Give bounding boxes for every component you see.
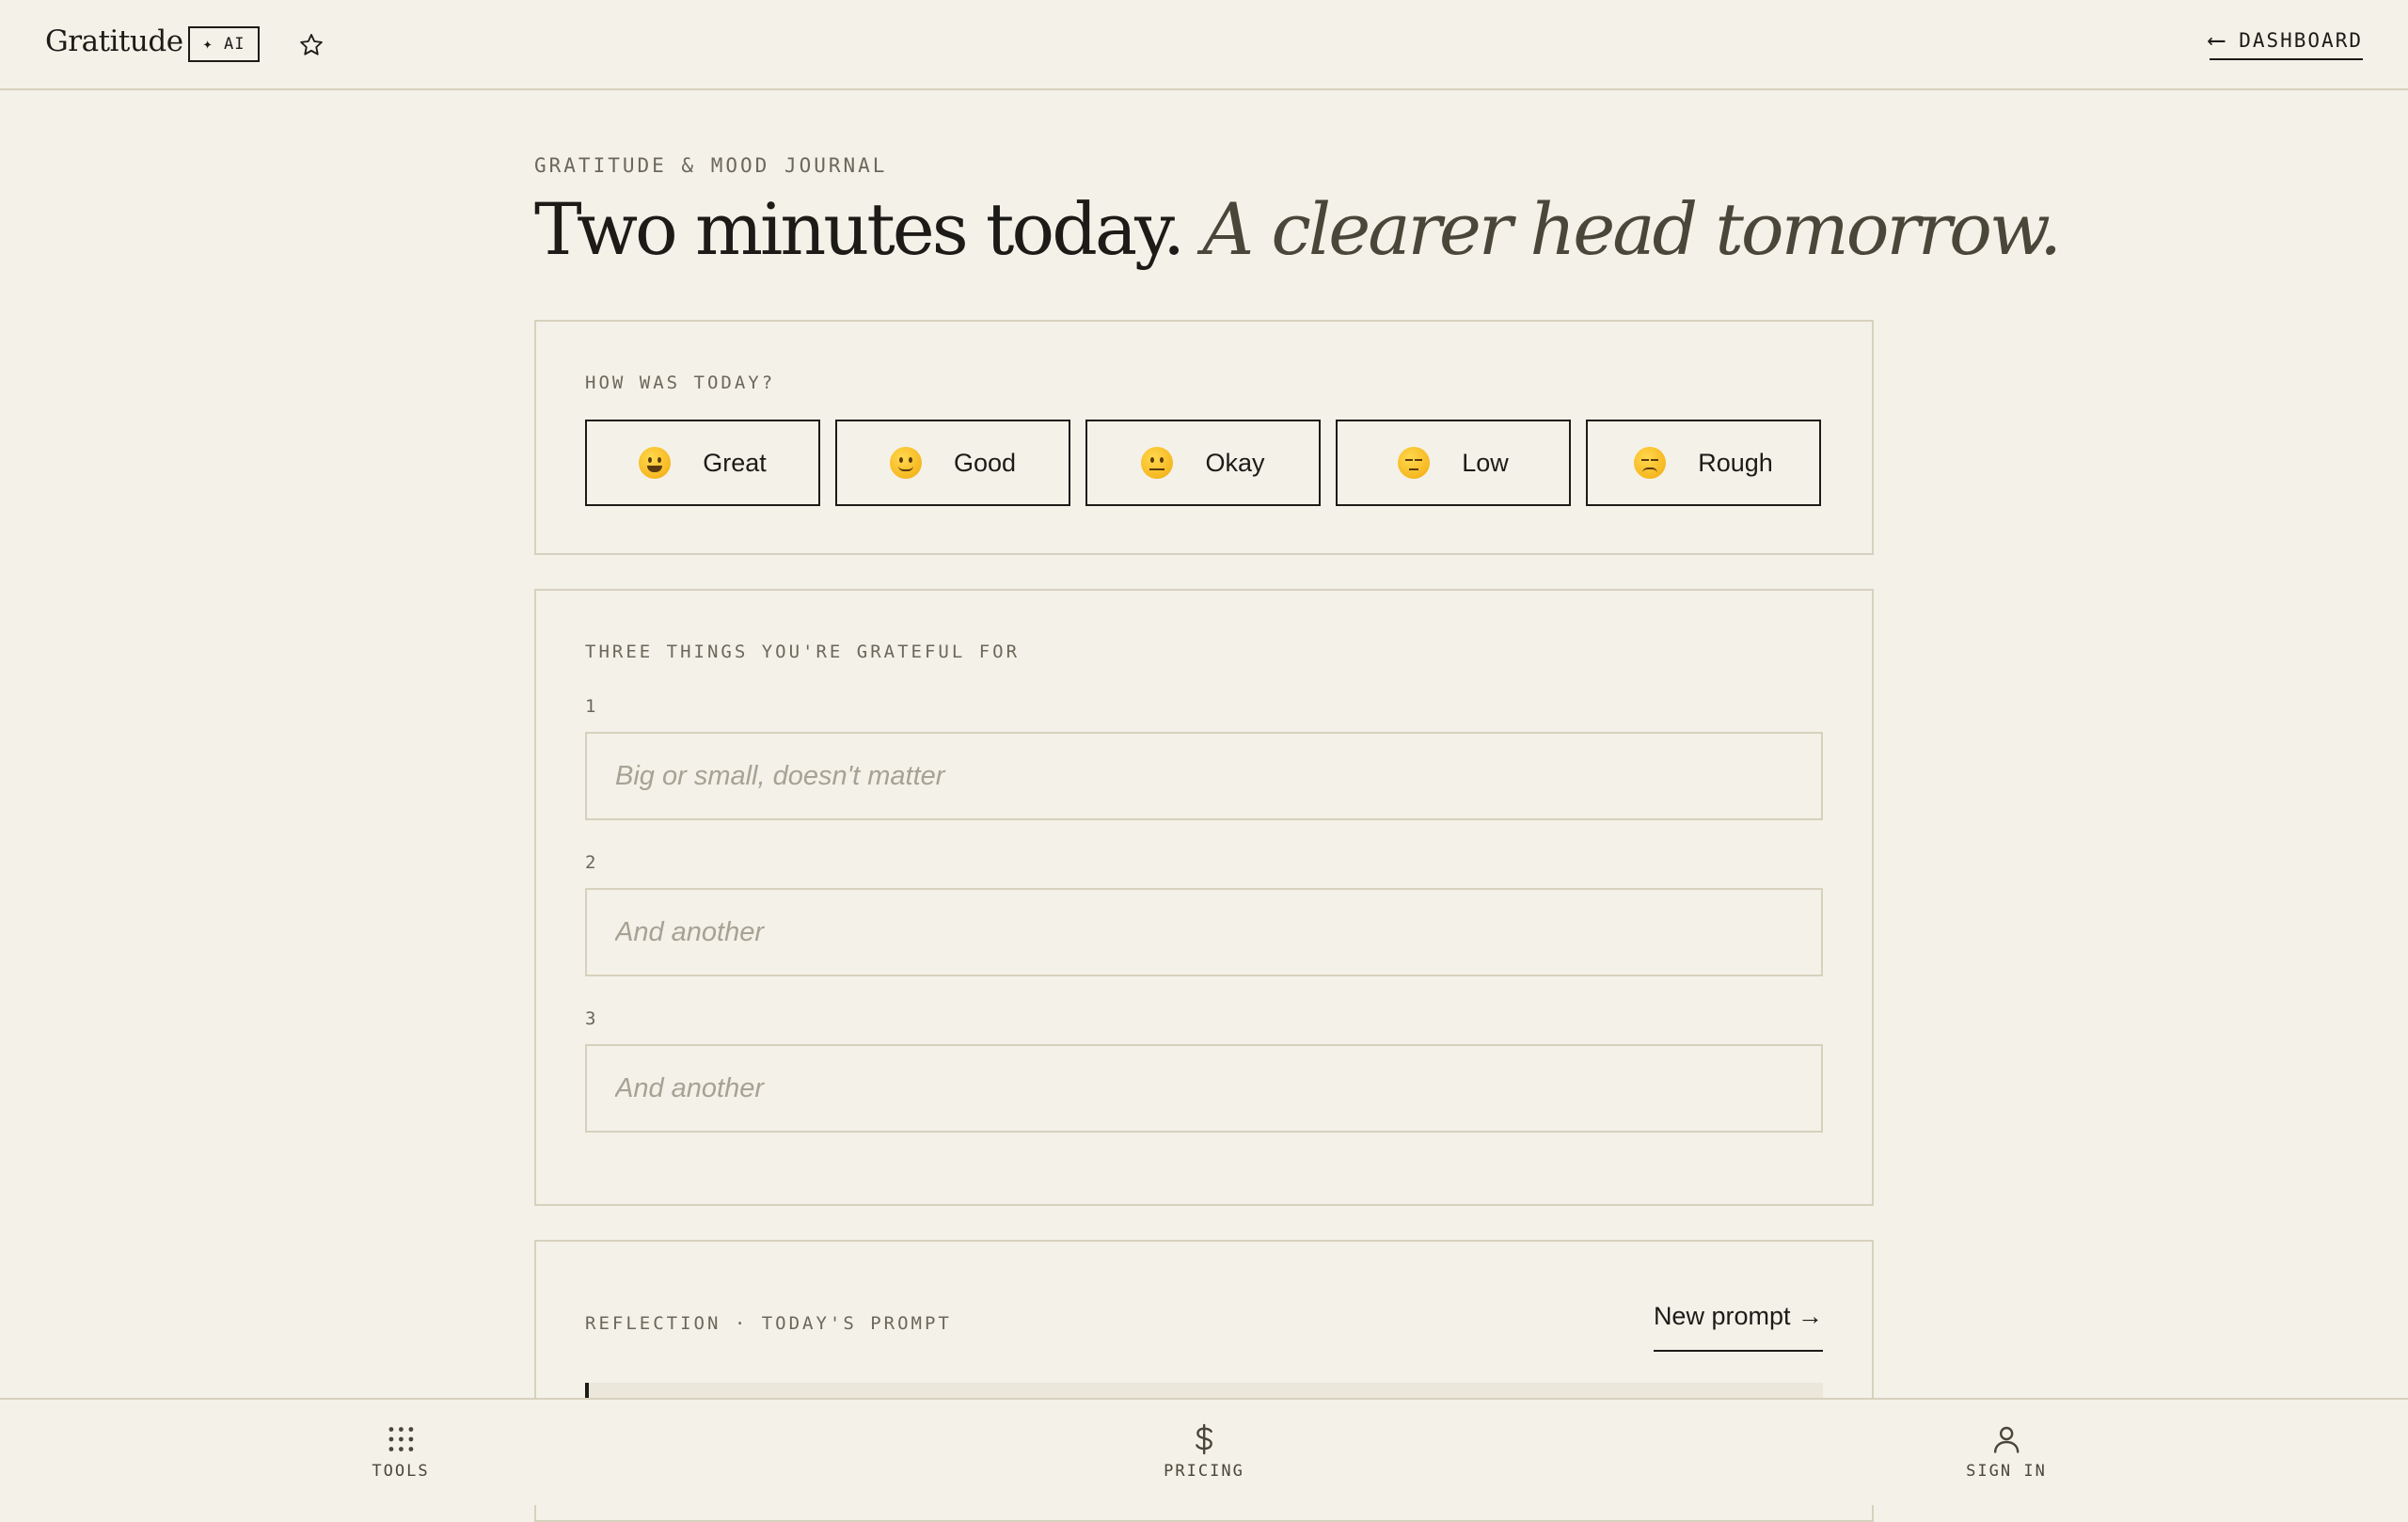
nav-sign-in[interactable]: SIGN IN	[1966, 1422, 2047, 1481]
nav-pricing[interactable]: PRICING	[1164, 1422, 1244, 1481]
mood-option-low[interactable]: Low	[1336, 420, 1571, 506]
brand-logo[interactable]: Gratitude	[45, 24, 183, 58]
mood-option-label: Rough	[1698, 448, 1773, 477]
mood-option-rough[interactable]: Rough	[1586, 420, 1821, 506]
star-icon[interactable]	[297, 31, 325, 59]
mood-card: HOW WAS TODAY? Great Good Okay Low Rough	[534, 320, 1874, 555]
nav-label: SIGN IN	[1966, 1462, 2047, 1481]
slightly-smiling-face-icon	[889, 447, 922, 479]
reflection-label: REFLECTION · TODAY'S PROMPT	[585, 1313, 952, 1334]
mood-option-label: Low	[1462, 448, 1509, 477]
user-icon	[1993, 1426, 2020, 1453]
field-number: 3	[585, 1008, 596, 1029]
disappointed-face-icon	[1634, 447, 1667, 479]
ai-badge: ✦ AI	[188, 26, 260, 62]
bottom-nav: TOOLS PRICING SIGN IN	[0, 1398, 2408, 1505]
top-bar: Gratitude ✦ AI ⟵ DASHBOARD	[0, 0, 2408, 90]
mood-option-great[interactable]: Great	[585, 420, 820, 506]
gratitude-card: THREE THINGS YOU'RE GRATEFUL FOR 1 2 3	[534, 589, 1874, 1206]
gratitude-input-1[interactable]	[585, 732, 1823, 820]
gratitude-input-3[interactable]	[585, 1044, 1823, 1133]
gratitude-input-2[interactable]	[585, 888, 1823, 976]
headline-strong: Two minutes today.	[534, 187, 1185, 271]
main-content: GRATITUDE & MOOD JOURNAL Two minutes tod…	[534, 90, 2062, 1522]
new-prompt-button[interactable]: New prompt →	[1653, 1302, 1823, 1352]
arrow-left-icon: ⟵	[2209, 26, 2226, 55]
back-to-dashboard-link[interactable]: ⟵ DASHBOARD	[2209, 26, 2363, 60]
pensive-face-icon	[1398, 447, 1431, 479]
field-number: 1	[585, 696, 596, 717]
neutral-face-icon	[1141, 447, 1174, 479]
field-number: 2	[585, 852, 596, 873]
mood-option-okay[interactable]: Okay	[1085, 420, 1321, 506]
page-title: Two minutes today. A clearer head tomorr…	[534, 186, 2062, 272]
back-link-label: DASHBOARD	[2239, 29, 2363, 52]
mood-option-label: Great	[703, 448, 767, 477]
page-eyebrow: GRATITUDE & MOOD JOURNAL	[534, 154, 888, 177]
nav-tools[interactable]: TOOLS	[372, 1422, 429, 1481]
nav-label: PRICING	[1164, 1462, 1244, 1481]
grinning-face-icon	[639, 447, 672, 479]
headline-emphasis: A clearer head tomorrow.	[1202, 187, 2062, 271]
dollar-icon	[1196, 1423, 1212, 1455]
mood-option-label: Good	[953, 448, 1017, 477]
mood-option-label: Okay	[1205, 448, 1265, 477]
mood-option-good[interactable]: Good	[835, 420, 1070, 506]
nav-label: TOOLS	[372, 1462, 430, 1481]
mood-options: Great Good Okay Low Rough	[585, 420, 1821, 506]
grid-icon	[388, 1427, 413, 1451]
gratitude-label: THREE THINGS YOU'RE GRATEFUL FOR	[585, 642, 1021, 662]
mood-label: HOW WAS TODAY?	[585, 373, 776, 393]
